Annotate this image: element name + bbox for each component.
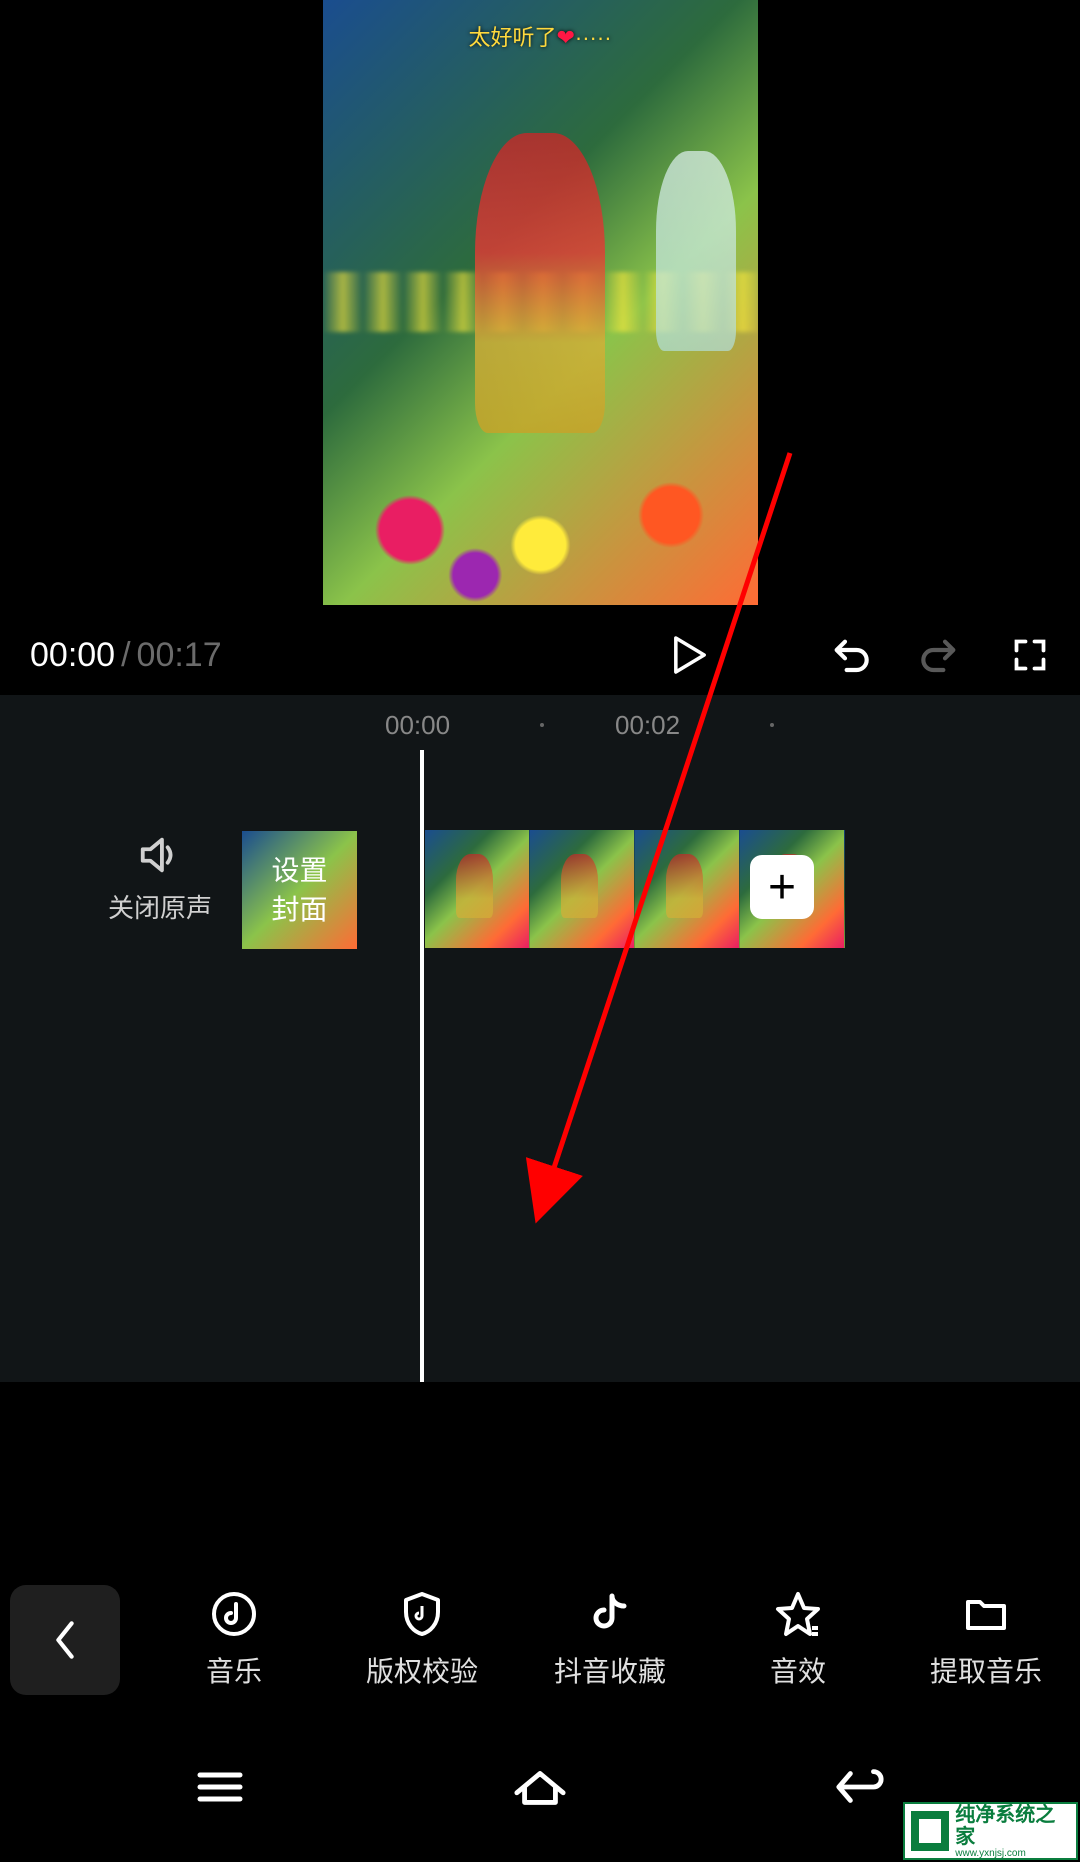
extract-music-button[interactable]: 提取音乐: [892, 1590, 1080, 1690]
video-preview[interactable]: 太好听了❤·····: [323, 0, 758, 605]
cover-label-line1: 设置: [271, 851, 327, 890]
preview-decoration: [656, 151, 736, 351]
time-display: 00:00/00:17: [30, 636, 222, 675]
folder-icon: [962, 1590, 1010, 1638]
timeline[interactable]: 00:00 00:02 关闭原声 设置 封面 +: [0, 695, 1080, 1382]
back-button[interactable]: [10, 1585, 120, 1695]
copyright-check-button[interactable]: 版权校验: [328, 1590, 516, 1690]
tool-label: 版权校验: [366, 1650, 478, 1690]
fullscreen-icon: [1012, 637, 1048, 673]
clip-frame: [635, 830, 740, 948]
redo-icon: [920, 635, 960, 675]
clip-frame: [530, 830, 635, 948]
video-caption: 太好听了❤·····: [468, 20, 611, 52]
play-button[interactable]: [670, 635, 710, 675]
music-button[interactable]: 音乐: [140, 1590, 328, 1690]
video-preview-area: 太好听了❤·····: [0, 0, 1080, 605]
ruler-tick: [770, 723, 774, 727]
redo-button[interactable]: [920, 635, 960, 675]
home-icon: [513, 1767, 567, 1807]
nav-recents-button[interactable]: [173, 1752, 267, 1822]
total-time: 00:17: [137, 636, 222, 674]
preview-decoration: [475, 133, 605, 433]
back-arrow-icon: [835, 1767, 885, 1807]
preview-decoration: [323, 455, 758, 605]
speaker-icon: [135, 830, 185, 880]
cover-label-line2: 封面: [271, 890, 327, 929]
watermark: 纯净系统之家 www.yxnjsj.com: [903, 1802, 1078, 1860]
undo-button[interactable]: [830, 635, 870, 675]
current-time: 00:00: [30, 636, 115, 674]
chevron-left-icon: [51, 1620, 79, 1660]
ruler-tick-label: 00:02: [615, 710, 680, 741]
fullscreen-button[interactable]: [1010, 635, 1050, 675]
star-icon: [774, 1590, 822, 1638]
undo-icon: [830, 635, 870, 675]
douyin-icon: [586, 1590, 634, 1638]
playback-controls: 00:00/00:17: [0, 625, 1080, 685]
tool-label: 音效: [770, 1650, 826, 1690]
play-icon: [673, 635, 707, 675]
music-note-icon: [210, 1590, 258, 1638]
watermark-url: www.yxnjsj.com: [955, 1848, 1070, 1859]
timeline-track: 关闭原声 设置 封面: [0, 830, 1080, 950]
sound-effects-button[interactable]: 音效: [704, 1590, 892, 1690]
watermark-title: 纯净系统之家: [955, 1804, 1070, 1848]
add-clip-button[interactable]: +: [750, 855, 814, 919]
ruler-tick-label: 00:00: [385, 710, 450, 741]
watermark-text: 纯净系统之家 www.yxnjsj.com: [955, 1804, 1070, 1859]
nav-home-button[interactable]: [493, 1752, 587, 1822]
nav-back-button[interactable]: [813, 1752, 907, 1822]
playhead[interactable]: [420, 750, 424, 1382]
clip-frame: [425, 830, 530, 948]
time-separator: /: [121, 636, 130, 674]
mute-label: 关闭原声: [105, 888, 215, 925]
douyin-favorites-button[interactable]: 抖音收藏: [516, 1590, 704, 1690]
set-cover-button[interactable]: 设置 封面: [242, 831, 357, 949]
tool-label: 音乐: [206, 1650, 262, 1690]
ruler-tick: [540, 723, 544, 727]
watermark-logo-icon: [911, 1811, 949, 1851]
audio-toolbar: 音乐 版权校验 抖音收藏 音效: [0, 1567, 1080, 1712]
plus-icon: +: [768, 860, 796, 915]
shield-icon: [398, 1590, 446, 1638]
tool-label: 抖音收藏: [554, 1650, 666, 1690]
timeline-ruler: 00:00 00:02: [0, 705, 1080, 745]
menu-icon: [196, 1769, 244, 1805]
mute-original-button[interactable]: 关闭原声: [105, 830, 215, 925]
tool-label: 提取音乐: [930, 1650, 1042, 1690]
